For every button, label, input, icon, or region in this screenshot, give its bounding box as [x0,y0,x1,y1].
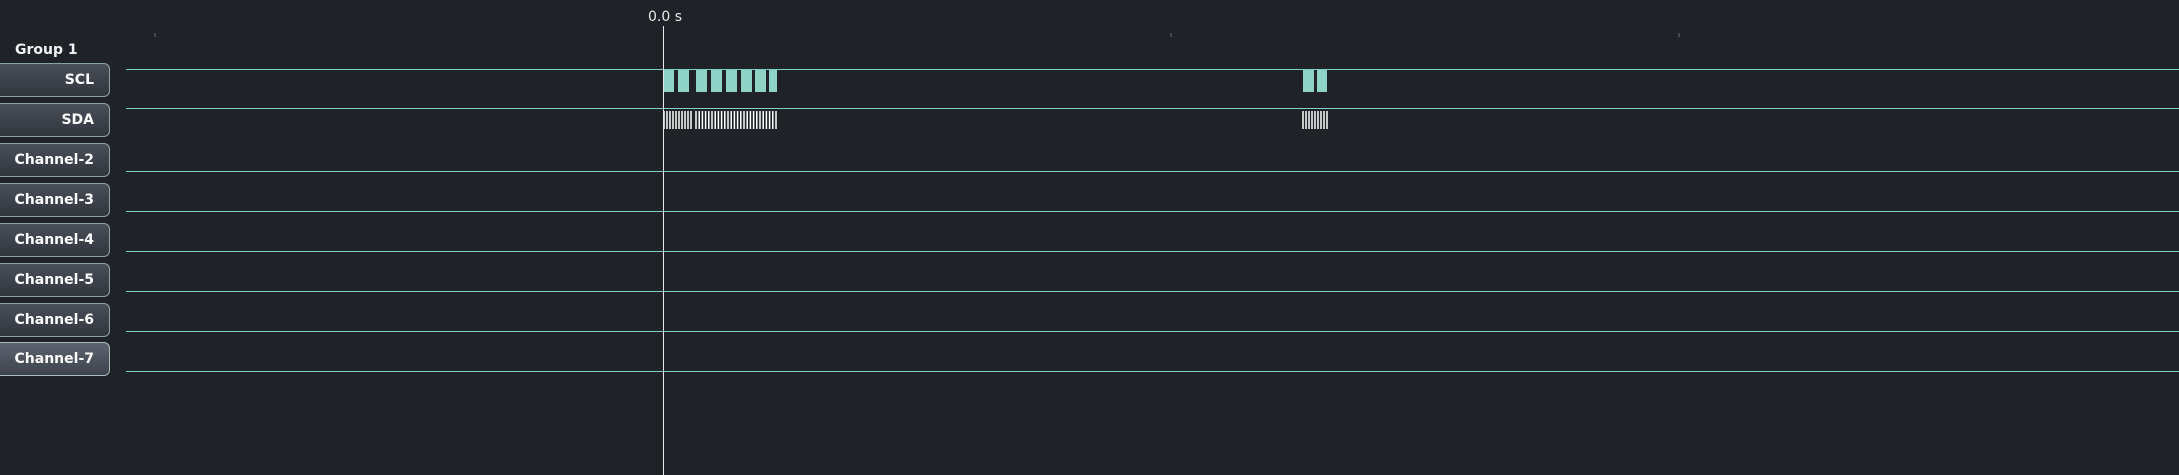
channel-button-channel-5[interactable]: Channel-5 [0,263,110,297]
channel-lanes [126,69,2179,372]
scl-pulse [696,70,707,92]
scl-pulse [711,70,722,92]
sda-waveform [663,111,1328,129]
channel-button-channel-6[interactable]: Channel-6 [0,303,110,337]
waveform-area[interactable] [0,0,2179,475]
channel-button-channel-4[interactable]: Channel-4 [0,223,110,257]
scl-pulse [769,70,777,92]
scl-pulse [663,70,674,92]
scl-pulse [726,70,737,92]
time-cursor-label: 0.0 s [648,9,683,25]
channel-button-channel-3[interactable]: Channel-3 [0,183,110,217]
channel-button-scl[interactable]: SCL [0,63,110,97]
scl-pulse [741,70,752,92]
scl-pulse [1317,70,1327,92]
scl-waveform [663,70,1327,92]
group-label: Group 1 [15,42,78,58]
channel-button-sda[interactable]: SDA [0,103,110,137]
scl-pulse [678,70,689,92]
scl-pulse [755,70,766,92]
logic-analyzer-window: 0.0 s Group 1 SCL SDA Channel-2 Channel-… [0,0,2179,475]
channel-button-channel-2[interactable]: Channel-2 [0,143,110,177]
scl-pulse [1303,70,1314,92]
timeline-ticks [154,33,1680,37]
channel-button-channel-7[interactable]: Channel-7 [0,342,110,376]
